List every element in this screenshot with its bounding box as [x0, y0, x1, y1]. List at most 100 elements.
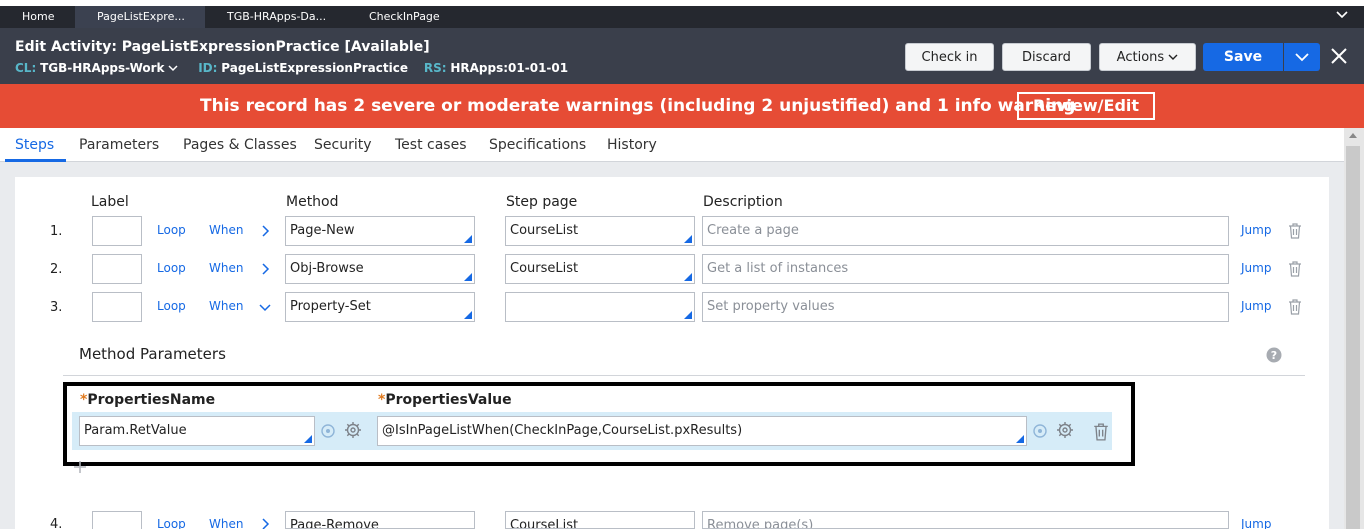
save-button[interactable]: Save	[1203, 43, 1283, 71]
column-header-method: Method	[286, 194, 339, 210]
trash-icon[interactable]	[1288, 223, 1302, 239]
target-icon[interactable]	[1031, 422, 1049, 440]
step-page-input[interactable]: CourseList	[505, 254, 695, 284]
doc-tab-checkinpage[interactable]: CheckInPage	[347, 6, 477, 28]
step-page-value: CourseList	[510, 223, 579, 238]
description-value: Remove page(s)	[707, 518, 814, 529]
properties-name-input[interactable]: Param.RetValue	[79, 416, 315, 446]
properties-name-header-label: PropertiesName	[87, 392, 216, 408]
description-input[interactable]: Set property values	[702, 292, 1229, 322]
rule-title: Edit Activity: PageListExpressionPractic…	[15, 39, 430, 55]
tab-pages-classes[interactable]: Pages & Classes	[183, 137, 297, 153]
jump-link[interactable]: Jump	[1241, 299, 1271, 313]
doc-tab-label: CheckInPage	[369, 10, 440, 23]
chevron-right-icon[interactable]	[258, 224, 272, 238]
check-in-button[interactable]: Check in	[905, 43, 994, 71]
step-page-input[interactable]: CourseList	[505, 216, 695, 246]
step-page-input[interactable]: CourseList	[505, 511, 695, 529]
when-link[interactable]: When	[209, 261, 243, 275]
target-icon[interactable]	[319, 422, 337, 440]
jump-link[interactable]: Jump	[1241, 261, 1271, 275]
trash-icon[interactable]	[1288, 261, 1302, 277]
ruleset-value: HRApps:01-01-01	[450, 61, 569, 75]
method-input[interactable]: Page-Remove	[285, 511, 475, 529]
loop-link[interactable]: Loop	[157, 261, 186, 275]
when-link[interactable]: When	[209, 223, 243, 237]
class-key: CL:	[15, 61, 37, 75]
rule-header: Edit Activity: PageListExpressionPractic…	[0, 28, 1364, 84]
doc-tab-pagelistexpression[interactable]: PageListExpre...	[75, 6, 205, 28]
rule-status: [Available]	[344, 39, 430, 55]
properties-value-value: @IsInPageListWhen(CheckInPage,CourseList…	[382, 423, 743, 438]
autocomplete-corner-icon	[304, 435, 312, 443]
id-key: ID:	[198, 61, 218, 75]
trash-icon[interactable]	[1093, 423, 1109, 441]
loop-link[interactable]: Loop	[157, 299, 186, 313]
chevron-right-icon[interactable]	[258, 517, 272, 529]
step-label-input[interactable]	[92, 292, 142, 322]
properties-value-header: *PropertiesValue	[378, 392, 512, 408]
method-input[interactable]: Page-New	[285, 216, 475, 246]
tab-parameters[interactable]: Parameters	[79, 137, 159, 153]
step-page-input[interactable]	[505, 292, 695, 322]
step-label-input[interactable]	[92, 216, 142, 246]
when-link[interactable]: When	[209, 299, 243, 313]
edit-label: Edit	[15, 39, 47, 55]
tab-history[interactable]: History	[607, 137, 657, 153]
plus-icon[interactable]	[73, 460, 87, 474]
gear-icon[interactable]	[1056, 421, 1074, 439]
active-tab-indicator	[5, 159, 66, 162]
ruleset-key: RS:	[423, 61, 447, 75]
autocomplete-corner-icon	[464, 311, 472, 319]
method-value: Obj-Browse	[290, 261, 364, 276]
method-input[interactable]: Obj-Browse	[285, 254, 475, 284]
tab-steps[interactable]: Steps	[15, 137, 54, 153]
description-input[interactable]: Create a page	[702, 216, 1229, 246]
help-icon[interactable]: ?	[1266, 347, 1282, 363]
properties-value-input[interactable]: @IsInPageListWhen(CheckInPage,CourseList…	[377, 416, 1027, 446]
loop-link[interactable]: Loop	[157, 223, 186, 237]
description-input[interactable]: Get a list of instances	[702, 254, 1229, 284]
description-input[interactable]: Remove page(s)	[702, 511, 1229, 529]
step-number: 3.	[50, 300, 63, 315]
gear-icon[interactable]	[344, 421, 362, 439]
method-value: Property-Set	[290, 299, 371, 314]
tab-specifications[interactable]: Specifications	[489, 137, 586, 153]
doc-tab-tgb-hrapps-data[interactable]: TGB-HRApps-Da...	[205, 6, 345, 28]
trash-icon[interactable]	[1288, 299, 1302, 315]
step-number: 2.	[50, 262, 63, 277]
tab-security[interactable]: Security	[314, 137, 372, 153]
tab-test-cases[interactable]: Test cases	[395, 137, 467, 153]
rule-name: PageListExpressionPractice	[121, 39, 340, 55]
class-value[interactable]: TGB-HRApps-Work	[40, 61, 164, 75]
review-edit-button[interactable]: Review/Edit	[1017, 92, 1155, 120]
chevron-down-icon[interactable]	[1336, 9, 1348, 21]
actions-button[interactable]: Actions	[1099, 43, 1196, 71]
close-icon[interactable]	[1328, 45, 1350, 67]
scrollbar-thumb[interactable]	[1346, 146, 1360, 529]
loop-link[interactable]: Loop	[157, 517, 186, 529]
chevron-down-icon	[1295, 53, 1309, 62]
chevron-right-icon[interactable]	[258, 262, 272, 276]
step-label-input[interactable]	[92, 254, 142, 284]
autocomplete-corner-icon	[1016, 435, 1024, 443]
properties-name-header: *PropertiesName	[80, 392, 215, 408]
jump-link[interactable]: Jump	[1241, 517, 1271, 529]
when-link[interactable]: When	[209, 517, 243, 529]
step-page-value: CourseList	[510, 261, 579, 276]
method-value: Page-Remove	[290, 518, 379, 529]
step-number: 4.	[50, 517, 63, 529]
step-label-input[interactable]	[92, 511, 142, 529]
chevron-down-icon[interactable]	[258, 300, 272, 314]
jump-link[interactable]: Jump	[1241, 223, 1271, 237]
doc-tab-home[interactable]: Home	[0, 6, 76, 28]
scroll-up-arrow-icon[interactable]	[1349, 133, 1357, 138]
column-header-description: Description	[703, 194, 783, 210]
save-options-button[interactable]	[1284, 43, 1320, 71]
chevron-down-icon	[1168, 54, 1178, 60]
method-input[interactable]: Property-Set	[285, 292, 475, 322]
section-divider	[63, 375, 1305, 376]
discard-button[interactable]: Discard	[1002, 43, 1091, 71]
warning-banner: This record has 2 severe or moderate war…	[0, 84, 1364, 128]
chevron-down-icon[interactable]	[168, 64, 178, 72]
